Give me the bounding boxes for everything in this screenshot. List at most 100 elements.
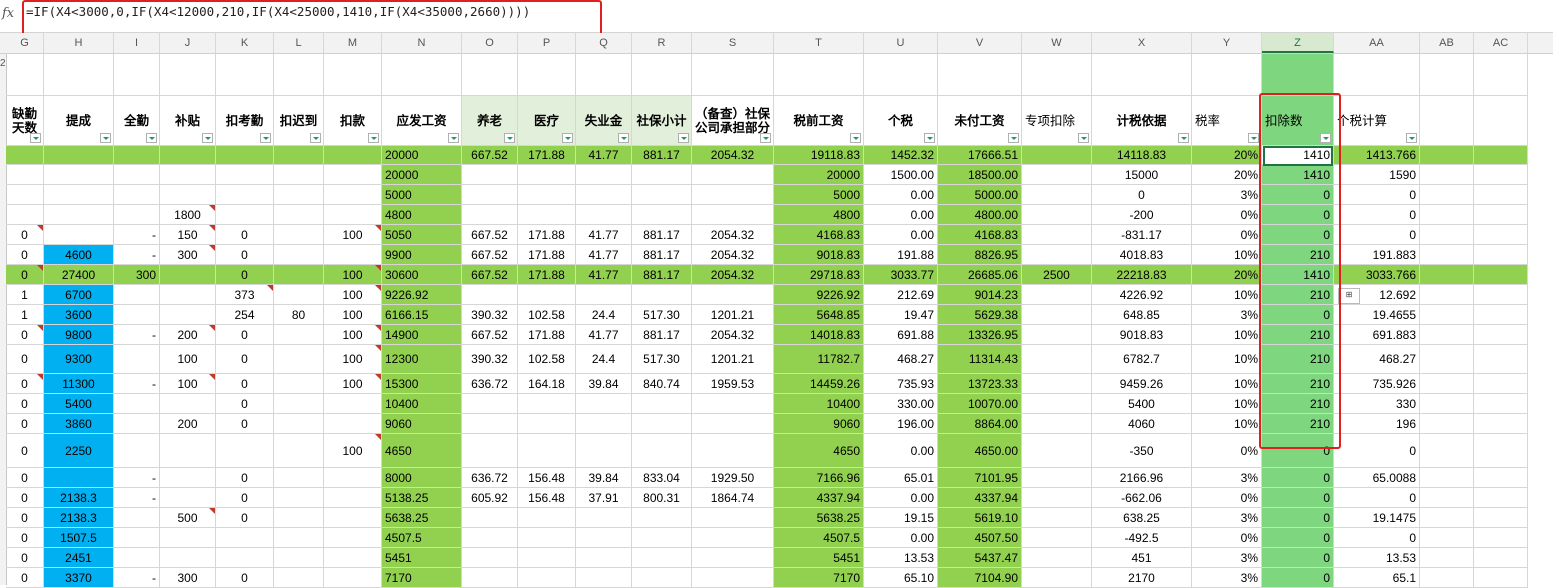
cell-t[interactable]: 4168.83 [774, 225, 864, 245]
cell-o[interactable]: 667.52 [462, 245, 518, 265]
cell-q[interactable] [576, 165, 632, 185]
cell-x[interactable]: 4018.83 [1092, 245, 1192, 265]
cell-i[interactable] [114, 305, 160, 325]
empty-cell[interactable] [6, 54, 44, 96]
cell-aa[interactable]: 0 [1334, 434, 1420, 468]
cell-g[interactable]: 0 [6, 548, 44, 568]
empty-cell[interactable] [692, 54, 774, 96]
cell-s[interactable] [692, 165, 774, 185]
cell-v[interactable]: 8864.00 [938, 414, 1022, 434]
cell-h[interactable]: 27400 [44, 265, 114, 285]
cell-t[interactable]: 14459.26 [774, 374, 864, 394]
cell-g[interactable] [6, 146, 44, 165]
comment-indicator-icon[interactable] [37, 325, 43, 331]
cell-q[interactable]: 41.77 [576, 146, 632, 165]
cell-v[interactable]: 8826.95 [938, 245, 1022, 265]
cell-k[interactable]: 0 [216, 374, 274, 394]
cell-ac[interactable] [1474, 434, 1528, 468]
cell-q[interactable] [576, 434, 632, 468]
filter-dropdown-icon[interactable] [504, 133, 515, 143]
cell-v[interactable]: 17666.51 [938, 146, 1022, 165]
cell-k[interactable] [216, 528, 274, 548]
cell-j[interactable] [160, 394, 216, 414]
cell-ac[interactable] [1474, 225, 1528, 245]
cell-r[interactable] [632, 508, 692, 528]
cell-ab[interactable] [1420, 225, 1474, 245]
cell-z[interactable]: 0 [1262, 468, 1334, 488]
cell-m[interactable] [324, 394, 382, 414]
column-letter-k[interactable]: K [216, 33, 274, 53]
cell-v[interactable]: 18500.00 [938, 165, 1022, 185]
header-aa[interactable]: 个税计算 [1334, 96, 1420, 146]
cell-w[interactable] [1022, 165, 1092, 185]
cell-v[interactable]: 5619.10 [938, 508, 1022, 528]
cell-j[interactable] [160, 305, 216, 325]
cell-h[interactable] [44, 165, 114, 185]
cell-r[interactable] [632, 394, 692, 414]
cell-w[interactable] [1022, 528, 1092, 548]
cell-g[interactable]: 0 [6, 528, 44, 548]
cell-s[interactable] [692, 394, 774, 414]
cell-i[interactable] [114, 345, 160, 374]
cell-h[interactable]: 2138.3 [44, 508, 114, 528]
empty-cell[interactable] [114, 54, 160, 96]
header-y[interactable]: 税率 [1192, 96, 1262, 146]
cell-o[interactable] [462, 528, 518, 548]
cell-w[interactable] [1022, 488, 1092, 508]
cell-ac[interactable] [1474, 548, 1528, 568]
cell-i[interactable] [114, 508, 160, 528]
header-v[interactable]: 未付工资 [938, 96, 1022, 146]
cell-n[interactable]: 5050 [382, 225, 462, 245]
cell-aa[interactable]: 330 [1334, 394, 1420, 414]
cell-o[interactable]: 390.32 [462, 305, 518, 325]
cell-j[interactable] [160, 285, 216, 305]
filter-dropdown-icon[interactable] [760, 133, 771, 143]
cell-ab[interactable] [1420, 414, 1474, 434]
cell-z[interactable]: 0 [1262, 568, 1334, 588]
cell-ac[interactable] [1474, 245, 1528, 265]
cell-m[interactable] [324, 414, 382, 434]
comment-indicator-icon[interactable] [37, 225, 43, 231]
cell-x[interactable]: 2166.96 [1092, 468, 1192, 488]
cell-w[interactable] [1022, 285, 1092, 305]
cell-w[interactable] [1022, 245, 1092, 265]
cell-q[interactable]: 39.84 [576, 468, 632, 488]
cell-y[interactable]: 20% [1192, 165, 1262, 185]
column-letter-aa[interactable]: AA [1334, 33, 1420, 53]
comment-indicator-icon[interactable] [375, 265, 381, 271]
cell-w[interactable] [1022, 394, 1092, 414]
cell-z[interactable]: 0 [1262, 548, 1334, 568]
filter-dropdown-icon[interactable] [678, 133, 689, 143]
header-i[interactable]: 全勤 [114, 96, 160, 146]
cell-aa[interactable]: 1590 [1334, 165, 1420, 185]
cell-u[interactable]: 1452.32 [864, 146, 938, 165]
cell-l[interactable] [274, 165, 324, 185]
cell-m[interactable] [324, 205, 382, 225]
cell-l[interactable] [274, 434, 324, 468]
comment-indicator-icon[interactable] [209, 374, 215, 380]
cell-h[interactable]: 9800 [44, 325, 114, 345]
cell-ab[interactable] [1420, 345, 1474, 374]
cell-l[interactable]: 80 [274, 305, 324, 325]
cell-aa[interactable]: 3033.766 [1334, 265, 1420, 285]
cell-p[interactable] [518, 185, 576, 205]
header-t[interactable]: 税前工资 [774, 96, 864, 146]
cell-s[interactable] [692, 414, 774, 434]
cell-r[interactable] [632, 165, 692, 185]
cell-w[interactable] [1022, 414, 1092, 434]
cell-ac[interactable] [1474, 345, 1528, 374]
cell-l[interactable] [274, 345, 324, 374]
header-j[interactable]: 补贴 [160, 96, 216, 146]
cell-i[interactable]: - [114, 568, 160, 588]
cell-p[interactable] [518, 528, 576, 548]
cell-g[interactable]: 0 [6, 508, 44, 528]
cell-n[interactable]: 30600 [382, 265, 462, 285]
column-letter-t[interactable]: T [774, 33, 864, 53]
cell-o[interactable]: 605.92 [462, 488, 518, 508]
cell-y[interactable]: 10% [1192, 374, 1262, 394]
cell-aa[interactable]: 196 [1334, 414, 1420, 434]
cell-k[interactable]: 0 [216, 488, 274, 508]
cell-k[interactable]: 254 [216, 305, 274, 325]
quick-analysis-icon[interactable]: ⊞ [1338, 288, 1360, 304]
cell-r[interactable] [632, 568, 692, 588]
